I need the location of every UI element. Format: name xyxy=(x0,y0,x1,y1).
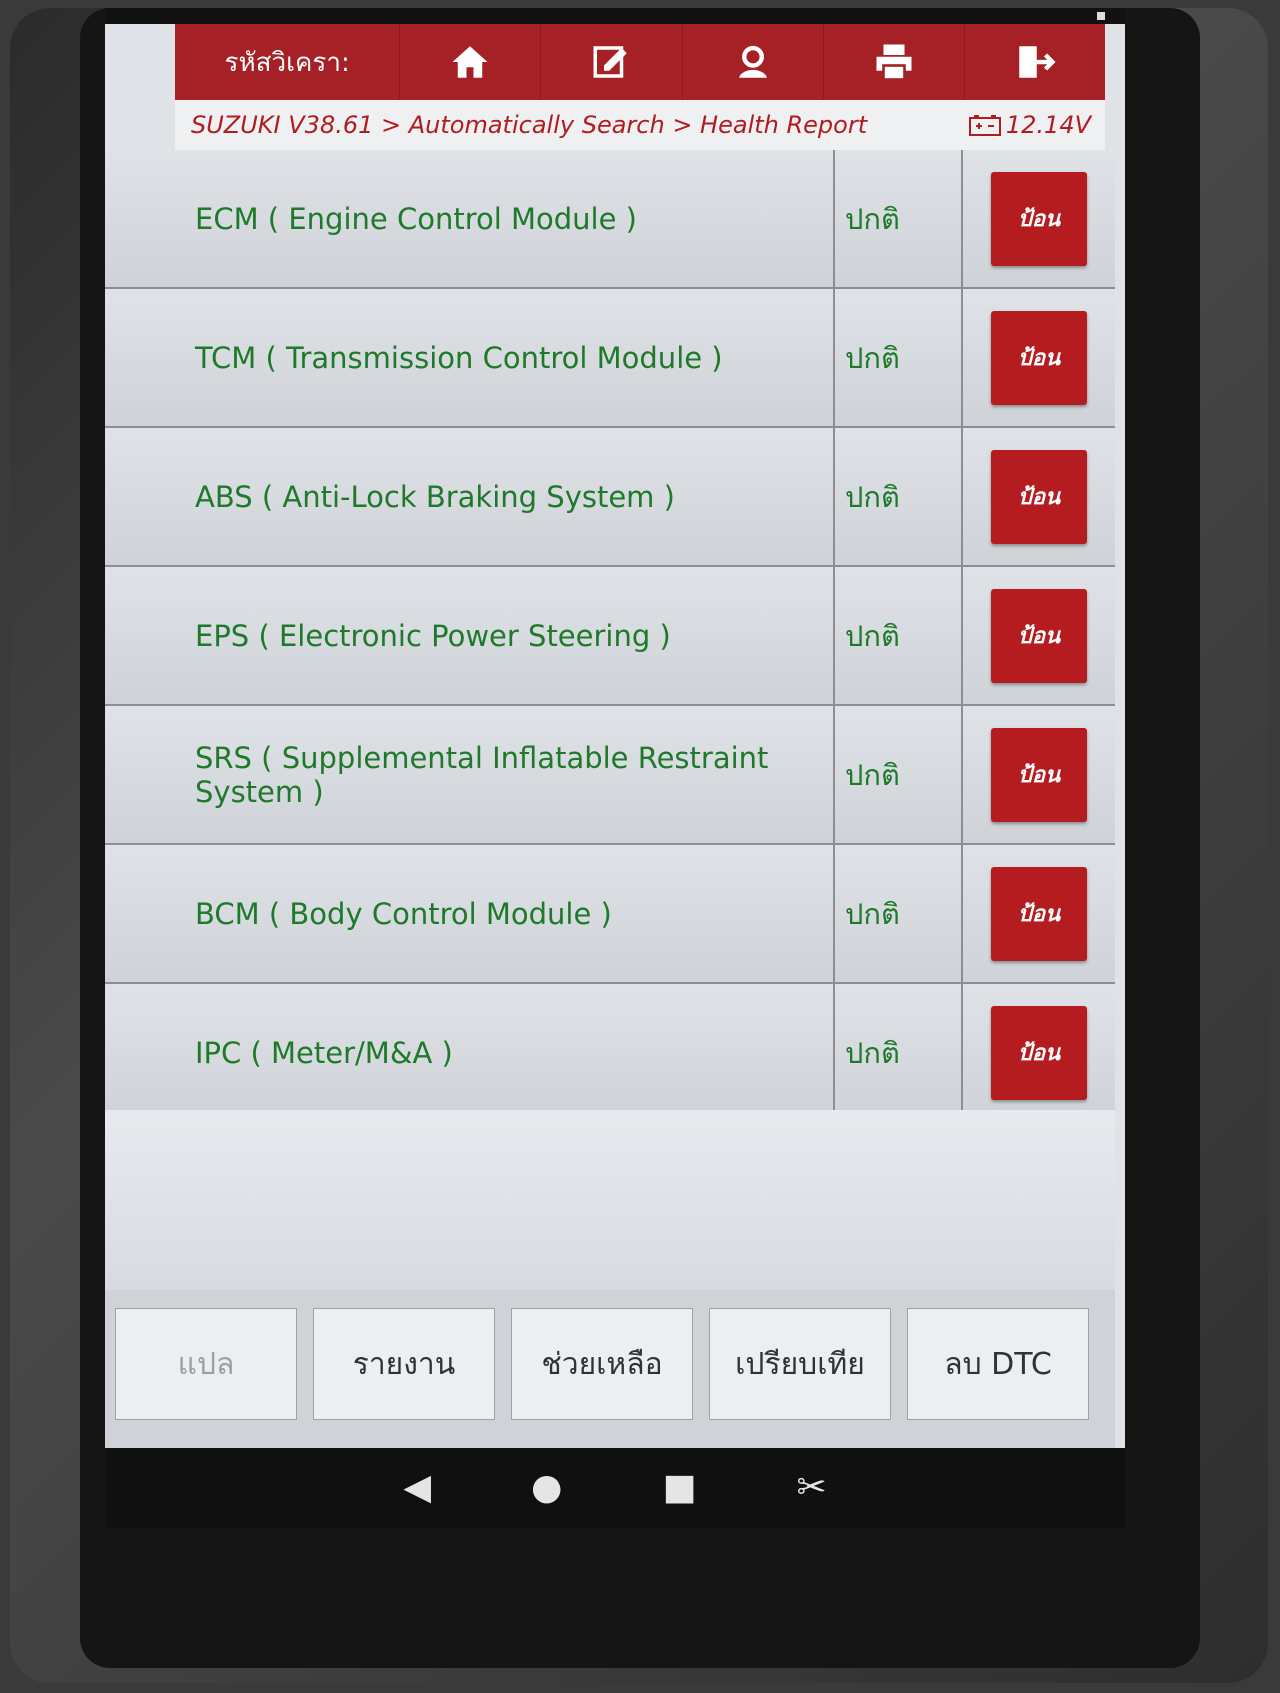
breadcrumb: SUZUKI V38.61 > Automatically Search > H… xyxy=(191,111,868,139)
edit-button[interactable] xyxy=(541,24,683,100)
module-status: ปกติ xyxy=(835,984,963,1121)
table-row[interactable]: BCM ( Body Control Module ) ปกติ ป้อน xyxy=(105,845,1115,984)
module-status: ปกติ xyxy=(835,567,963,704)
table-row[interactable]: ECM ( Engine Control Module ) ปกติ ป้อน xyxy=(105,150,1115,289)
module-name: ECM ( Engine Control Module ) xyxy=(105,150,835,287)
print-icon xyxy=(876,44,912,81)
module-status: ปกติ xyxy=(835,428,963,565)
exit-icon xyxy=(1019,46,1056,78)
recents-icon[interactable]: ■ xyxy=(662,1470,696,1506)
top-toolbar: รหัสวิเครา: xyxy=(175,24,1105,100)
app-screen: รหัสวิเครา: SUZUKI V38.61 > Automaticall… xyxy=(105,8,1125,1448)
table-row[interactable]: ABS ( Anti-Lock Braking System ) ปกติ ป้… xyxy=(105,428,1115,567)
module-name: ABS ( Anti-Lock Braking System ) xyxy=(105,428,835,565)
report-button[interactable]: รายงาน xyxy=(313,1308,495,1420)
android-nav-bar: ◀ ● ■ ✂ xyxy=(105,1448,1125,1528)
enter-button[interactable]: ป้อน xyxy=(991,588,1087,683)
home-button[interactable] xyxy=(400,24,542,100)
table-row[interactable]: EPS ( Electronic Power Steering ) ปกติ ป… xyxy=(105,567,1115,706)
module-name: TCM ( Transmission Control Module ) xyxy=(105,289,835,426)
module-name: IPC ( Meter/M&A ) xyxy=(105,984,835,1121)
translate-button[interactable]: แปล xyxy=(115,1308,297,1420)
bottom-button-bar: แปล รายงาน ช่วยเหลือ เปรียบเทีย ลบ DTC xyxy=(105,1290,1115,1448)
breadcrumb-bar: SUZUKI V38.61 > Automatically Search > H… xyxy=(175,100,1105,150)
enter-button[interactable]: ป้อน xyxy=(991,449,1087,544)
user-icon xyxy=(738,45,767,78)
module-status: ปกติ xyxy=(835,706,963,843)
battery-voltage: 12.14V xyxy=(968,111,1105,139)
enter-button[interactable]: ป้อน xyxy=(991,310,1087,405)
edit-icon xyxy=(593,46,628,78)
battery-icon xyxy=(968,115,1001,136)
enter-button[interactable]: ป้อน xyxy=(991,727,1087,822)
enter-button[interactable]: ป้อน xyxy=(991,171,1087,266)
module-name: BCM ( Body Control Module ) xyxy=(105,845,835,982)
voltage-value: 12.14V xyxy=(1005,111,1091,139)
module-table: ECM ( Engine Control Module ) ปกติ ป้อน … xyxy=(105,150,1115,1123)
status-bar xyxy=(105,8,1125,24)
clear-dtc-button[interactable]: ลบ DTC xyxy=(907,1308,1089,1420)
print-button[interactable] xyxy=(824,24,965,100)
module-status: ปกติ xyxy=(835,289,963,426)
back-icon[interactable]: ◀ xyxy=(403,1470,431,1506)
table-row[interactable]: IPC ( Meter/M&A ) ปกติ ป้อน xyxy=(105,984,1115,1123)
table-row[interactable]: SRS ( Supplemental Inflatable Restraint … xyxy=(105,706,1115,845)
module-name: SRS ( Supplemental Inflatable Restraint … xyxy=(105,706,835,843)
exit-button[interactable] xyxy=(965,24,1105,100)
user-button[interactable] xyxy=(683,24,824,100)
status-icon xyxy=(1097,12,1105,20)
home-nav-icon[interactable]: ● xyxy=(531,1470,562,1506)
table-row[interactable]: TCM ( Transmission Control Module ) ปกติ… xyxy=(105,289,1115,428)
tablet-device: รหัสวิเครา: SUZUKI V38.61 > Automaticall… xyxy=(10,8,1268,1683)
home-icon xyxy=(452,46,488,78)
help-button[interactable]: ช่วยเหลือ xyxy=(511,1308,693,1420)
toolbar-title[interactable]: รหัสวิเครา: xyxy=(175,24,401,100)
enter-button[interactable]: ป้อน xyxy=(991,866,1087,961)
empty-list-area xyxy=(105,1110,1115,1290)
screenshot-icon[interactable]: ✂ xyxy=(796,1470,826,1506)
module-name: EPS ( Electronic Power Steering ) xyxy=(105,567,835,704)
compare-button[interactable]: เปรียบเทีย xyxy=(709,1308,891,1420)
module-status: ปกติ xyxy=(835,845,963,982)
enter-button[interactable]: ป้อน xyxy=(991,1005,1087,1100)
module-status: ปกติ xyxy=(835,150,963,287)
